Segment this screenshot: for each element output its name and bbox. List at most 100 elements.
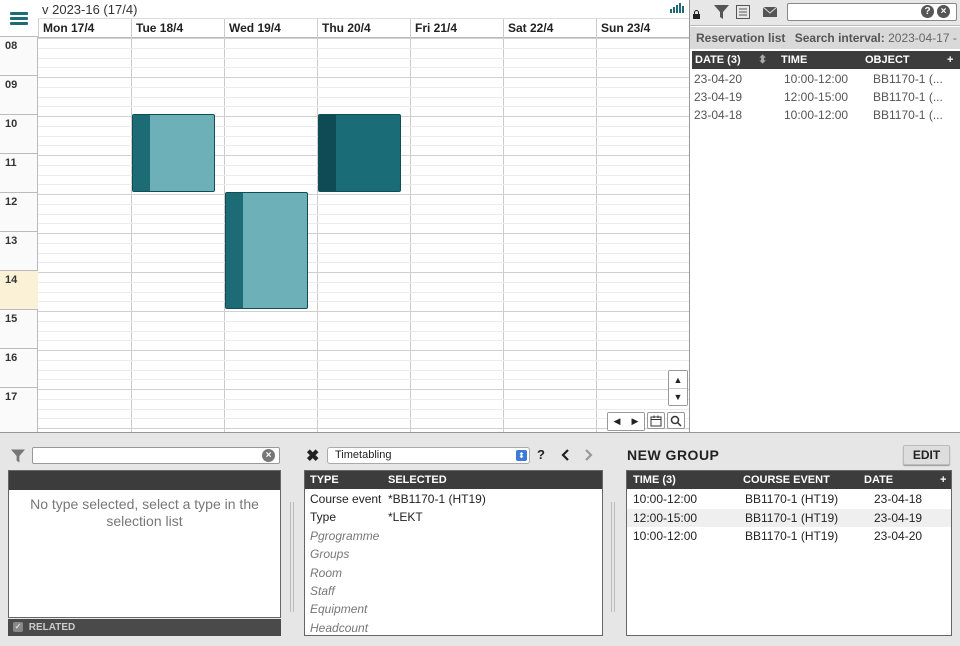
day-header-cell[interactable]: Sun 23/4 <box>596 19 689 39</box>
hour-column: 08 09 10 11 12 13 14 15 16 17 <box>0 36 38 432</box>
filter-input[interactable]: × <box>32 447 280 464</box>
table-row[interactable]: 23-04-20 10:00-12:00 BB1170-1 (... <box>694 70 958 88</box>
col-date[interactable]: DATE <box>864 471 893 489</box>
grid-line <box>38 194 689 195</box>
mail-icon[interactable] <box>763 7 777 17</box>
reservation-list-label[interactable]: Reservation list <box>696 31 785 45</box>
calendar-event[interactable] <box>225 192 308 309</box>
add-column-button[interactable]: + <box>947 51 953 69</box>
chevron-right-icon[interactable] <box>584 449 593 461</box>
close-icon[interactable]: ✖ <box>306 446 319 466</box>
selection-row[interactable]: Course event *BB1170-1 (HT19) <box>310 490 600 508</box>
selection-row[interactable]: Type *LEKT <box>310 508 600 526</box>
table-row[interactable]: 10:00-12:00 BB1170-1 (HT19) 23-04-20 <box>627 527 951 545</box>
col-time[interactable]: TIME (3) <box>633 471 676 489</box>
scroll-down-button[interactable]: ▼ <box>669 388 687 405</box>
selection-row[interactable]: Pgrogramme <box>310 527 600 545</box>
grid-line <box>38 311 689 312</box>
grid-line <box>38 292 689 293</box>
hour-label: 14 <box>0 270 38 309</box>
grid-line <box>38 204 689 205</box>
hour-label: 08 <box>0 36 38 75</box>
list-icon[interactable] <box>736 5 750 19</box>
day-header-cell[interactable]: Tue 18/4 <box>131 19 224 39</box>
related-checkbox[interactable]: ✓ <box>13 622 23 633</box>
splitter[interactable] <box>611 502 615 612</box>
selection-row[interactable]: Room <box>310 564 600 582</box>
hamburger-icon <box>10 10 28 27</box>
grid-line <box>38 233 689 234</box>
col-course-event[interactable]: COURSE EVENT <box>743 471 830 489</box>
day-header-cell[interactable]: Sat 22/4 <box>503 19 596 39</box>
day-header-cell[interactable]: Thu 20/4 <box>317 19 410 39</box>
view-select[interactable]: Timetabling ⬍ <box>327 447 530 464</box>
edit-button[interactable]: EDIT <box>903 445 950 465</box>
group-title: NEW GROUP <box>627 447 720 463</box>
col-time[interactable]: TIME <box>781 51 807 69</box>
col-date[interactable]: DATE (3) <box>695 51 741 69</box>
prev-week-button[interactable]: ◀ <box>608 413 626 430</box>
cell-type: Room <box>310 565 343 580</box>
calendar-icon[interactable] <box>647 412 665 429</box>
zoom-icon[interactable] <box>667 412 685 429</box>
grid-line <box>38 409 689 410</box>
table-row[interactable]: 10:00-12:00 BB1170-1 (HT19) 23-04-18 <box>627 490 951 508</box>
col-object[interactable]: OBJECT <box>865 51 910 69</box>
day-header: Mon 17/4 Tue 18/4 Wed 19/4 Thu 20/4 Fri 21/4… <box>38 18 689 39</box>
cell-object: BB1170-1 (... <box>873 72 943 86</box>
group-table-header: TIME (3) COURSE EVENT DATE + <box>627 471 951 489</box>
table-row[interactable]: 23-04-18 10:00-12:00 BB1170-1 (... <box>694 106 958 124</box>
calendar-event[interactable] <box>318 114 401 192</box>
table-row[interactable]: 12:00-15:00 BB1170-1 (HT19) 23-04-19 <box>627 508 951 527</box>
grid-line <box>38 379 689 380</box>
calendar-event[interactable] <box>132 114 215 192</box>
related-bar[interactable]: ✓ RELATED <box>8 619 281 636</box>
hour-label: 13 <box>0 231 38 270</box>
menu-button[interactable] <box>0 0 38 36</box>
grid-line <box>38 331 689 332</box>
selection-row[interactable]: Headcount <box>310 619 600 635</box>
grid-line <box>38 340 689 341</box>
cell-time: 10:00-12:00 <box>784 72 849 86</box>
add-column-button[interactable]: + <box>940 471 946 489</box>
chevron-left-icon[interactable] <box>561 449 570 461</box>
help-button[interactable]: ? <box>537 447 545 462</box>
day-header-cell[interactable]: Wed 19/4 <box>224 19 317 39</box>
cell-type: Type <box>310 510 337 525</box>
bar-chart-icon[interactable] <box>670 3 684 13</box>
clear-search-icon[interactable]: × <box>937 5 950 18</box>
selection-row[interactable]: Equipment <box>310 600 600 618</box>
cell-date: 23-04-20 <box>874 529 923 543</box>
table-row[interactable]: 23-04-19 12:00-15:00 BB1170-1 (... <box>694 88 958 106</box>
grid-line <box>38 301 689 302</box>
help-icon[interactable]: ? <box>921 5 934 18</box>
grid-line <box>38 77 689 78</box>
cell-date: 23-04-18 <box>694 108 743 122</box>
selection-row[interactable]: Staff <box>310 582 600 600</box>
calendar-grid[interactable] <box>38 38 689 432</box>
grid-line <box>38 97 689 98</box>
scroll-up-button[interactable]: ▲ <box>669 371 687 388</box>
cell-type: Equipment <box>310 602 368 617</box>
filter-icon[interactable] <box>714 5 729 19</box>
next-week-button[interactable]: ▶ <box>626 413 644 430</box>
clear-filter-icon[interactable]: × <box>262 449 275 462</box>
search-input[interactable]: ? × <box>787 3 957 21</box>
filter-icon[interactable] <box>11 449 25 463</box>
cell-type: Staff <box>310 584 335 598</box>
grid-line <box>38 428 689 429</box>
right-toolbar: ? × <box>690 0 960 26</box>
grid-line <box>38 418 689 419</box>
splitter[interactable] <box>290 502 294 612</box>
cell-date: 23-04-19 <box>874 510 923 525</box>
day-header-cell[interactable]: Fri 21/4 <box>410 19 503 39</box>
grid-line <box>38 350 689 351</box>
selection-row[interactable]: Groups <box>310 545 600 563</box>
sort-icon[interactable]: ⬍ <box>758 51 767 69</box>
type-list: No type selected, select a type in the s… <box>8 470 281 618</box>
grid-line <box>38 282 689 283</box>
group-table: TIME (3) COURSE EVENT DATE + 10:00-12:00… <box>626 470 952 636</box>
day-header-cell[interactable]: Mon 17/4 <box>38 19 131 39</box>
col-selected: SELECTED <box>388 474 447 486</box>
hour-label: 16 <box>0 348 38 387</box>
